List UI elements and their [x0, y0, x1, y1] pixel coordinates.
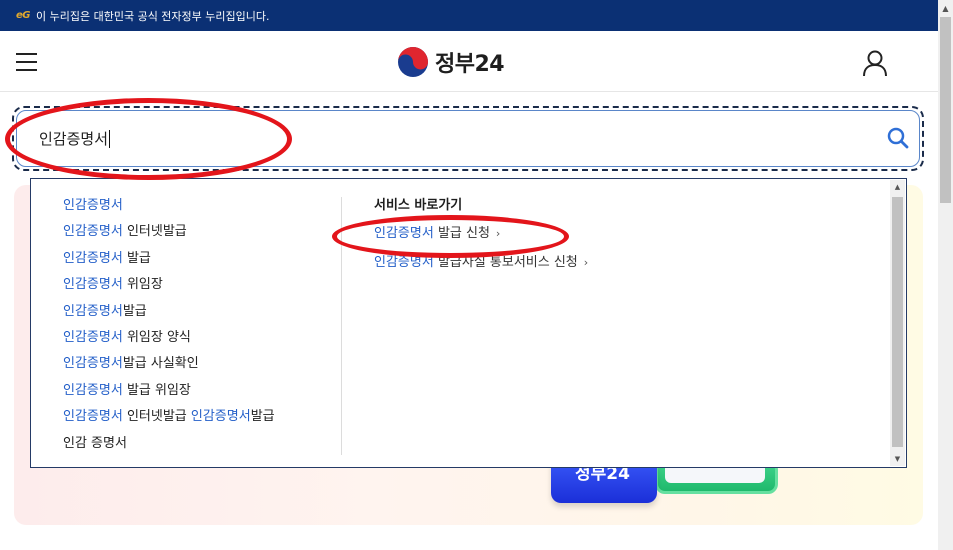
suggestion-match-text: 인감증명서 — [63, 382, 123, 398]
suggestion-match-text: 인감증명서 — [63, 224, 123, 240]
suggestion-rest-text: 인터넷발급 — [122, 224, 187, 240]
chevron-right-icon: › — [495, 227, 501, 240]
suggestion-match-text: 인감증명서 — [63, 277, 123, 293]
dropdown-scrollbar[interactable]: ▲ ▼ — [890, 180, 905, 466]
site-header: 정부24 — [0, 31, 938, 92]
user-icon[interactable] — [862, 49, 888, 77]
suggestion-rest-text: 발급 위임장 — [122, 382, 191, 398]
suggestion-match-text: 인감증명서 — [63, 409, 123, 425]
suggestion-rest-text: 인감 증명서 — [63, 435, 127, 451]
suggestion-item[interactable]: 인감증명서 인터넷발급 — [63, 223, 343, 249]
service-shortcut-link[interactable]: 인감증명서 발급사실 통보서비스 신청 › — [374, 254, 774, 283]
service-rest-text: 발급 신청 — [433, 226, 490, 241]
suggestion-item[interactable]: 인감증명서 인터넷발급 인감증명서발급 — [63, 408, 343, 434]
suggestion-list: 인감증명서 인감증명서 인터넷발급 인감증명서 발급 인감증명서 위임장 인감증명서발급… — [63, 197, 343, 461]
suggestion-item[interactable]: 인감 증명서 — [63, 435, 343, 461]
service-shortcut-link[interactable]: 인감증명서 발급 신청 › — [374, 225, 774, 254]
suggestion-item[interactable]: 인감증명서 위임장 양식 — [63, 329, 343, 355]
suggestion-rest-text: 발급 — [122, 250, 151, 266]
suggestion-rest-text: 발급 — [250, 409, 275, 425]
taegeuk-logo-icon — [398, 47, 428, 77]
suggestion-rest-text: 발급 — [122, 303, 147, 319]
suggestion-match-text: 인감증명서 — [63, 356, 123, 372]
suggestion-rest-text: 위임장 양식 — [122, 329, 191, 345]
gov-banner: eG 이 누리집은 대한민국 공식 전자정부 누리집입니다. — [0, 0, 938, 31]
suggestion-item[interactable]: 인감증명서발급 사실확인 — [63, 355, 343, 381]
site-logo[interactable]: 정부24 — [397, 46, 505, 78]
suggestion-match-text: 인감증명서 — [63, 250, 123, 266]
page-scroll-up-arrow-icon[interactable]: ▲ — [938, 0, 953, 17]
search-box[interactable]: 인감증명서 — [16, 110, 920, 167]
scroll-up-arrow-icon[interactable]: ▲ — [890, 180, 905, 194]
chevron-right-icon: › — [583, 256, 589, 269]
service-match-text: 인감증명서 — [374, 226, 434, 241]
search-input-value: 인감증명서 — [39, 130, 109, 148]
hamburger-menu-icon[interactable] — [16, 53, 37, 71]
column-divider — [341, 197, 342, 455]
page-scrollbar[interactable]: ▲ — [938, 0, 953, 550]
logo-text: 정부24 — [435, 52, 505, 77]
egov-logo: eG — [16, 10, 31, 21]
search-input[interactable]: 인감증명서 — [39, 128, 111, 149]
service-rest-text: 발급사실 통보서비스 신청 — [433, 255, 578, 270]
text-caret — [109, 129, 111, 148]
scroll-down-arrow-icon[interactable]: ▼ — [890, 452, 905, 466]
service-match-text: 인감증명서 — [374, 255, 434, 270]
service-shortcuts: 서비스 바로가기 인감증명서 발급 신청 › 인감증명서 발급사실 통보서비스 신청… — [374, 197, 774, 283]
search-icon[interactable] — [886, 126, 910, 150]
service-shortcuts-title: 서비스 바로가기 — [374, 198, 463, 213]
suggestion-item[interactable]: 인감증명서 발급 — [63, 250, 343, 276]
search-autocomplete-dropdown: 인감증명서 인감증명서 인터넷발급 인감증명서 발급 인감증명서 위임장 인감증명서발급… — [30, 178, 907, 468]
suggestion-rest-text: 인터넷발급 — [122, 409, 191, 425]
suggestion-item[interactable]: 인감증명서 — [63, 197, 343, 223]
gov-banner-text: 이 누리집은 대한민국 공식 전자정부 누리집입니다. — [36, 9, 270, 23]
suggestion-match-text: 인감증명서 — [63, 198, 123, 213]
suggestion-rest-text: 위임장 — [122, 277, 163, 293]
page-scrollbar-thumb[interactable] — [940, 17, 951, 203]
suggestion-item[interactable]: 인감증명서 위임장 — [63, 276, 343, 302]
suggestion-match-text: 인감증명서 — [190, 409, 251, 425]
search-bar-focus-ring: 인감증명서 — [12, 106, 924, 171]
suggestion-match-text: 인감증명서 — [63, 303, 123, 319]
suggestion-rest-text: 발급 사실확인 — [122, 356, 199, 372]
suggestion-item[interactable]: 인감증명서발급 — [63, 303, 343, 329]
dropdown-scrollbar-thumb[interactable] — [892, 197, 903, 447]
suggestion-item[interactable]: 인감증명서 발급 위임장 — [63, 382, 343, 408]
suggestion-match-text: 인감증명서 — [63, 329, 123, 345]
